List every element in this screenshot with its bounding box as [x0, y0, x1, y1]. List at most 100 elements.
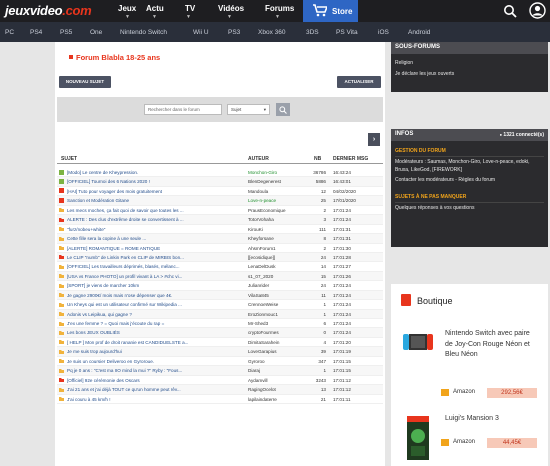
platform-xbox360[interactable]: Xbox 360 [258, 29, 285, 36]
topic-author[interactable]: Gyroroo [248, 359, 310, 364]
table-row[interactable]: J'ai couru à 45 km/h ! lapilaindaterre 21 1… [57, 395, 383, 404]
topic-author[interactable]: VilaSa845 [248, 293, 310, 298]
topic-title[interactable]: Pq je 0 ans : "C'est ma IIO mind la mui … [67, 368, 242, 373]
product-card[interactable]: Nintendo Switch avec paire de Joy-Con Ro… [401, 329, 541, 398]
topic-last-message[interactable]: 17:01:28 [333, 255, 351, 260]
subforum-link-religion[interactable]: Religion [391, 60, 548, 68]
table-row[interactable]: [Modo] Le centre de Kheypression. Monchon… [57, 168, 383, 178]
topic-author[interactable]: BlenDegenerest [248, 179, 310, 184]
topic-title[interactable]: J'ex une femme ? = Quoi mais j'écoute du… [67, 321, 242, 326]
topic-last-message[interactable]: 17:01:24 [333, 330, 351, 335]
table-row[interactable]: [OFFICIEL] Les travailleurs déprimés, bl… [57, 262, 383, 272]
table-row[interactable]: J'ex une femme ? = Quoi mais j'écoute du… [57, 319, 383, 329]
topic-title[interactable]: [OFFICIEL] Les travailleurs déprimés, bl… [67, 264, 242, 269]
topic-last-message[interactable]: 17:01:24 [333, 302, 351, 307]
topic-last-message[interactable]: 17:01:15 [333, 359, 351, 364]
search-button[interactable] [276, 103, 290, 116]
platform-android[interactable]: Android [408, 29, 430, 36]
table-row[interactable]: Sanction et Modération Gitane Love-n-peac… [57, 196, 383, 206]
topic-author[interactable]: Mandoula [248, 189, 310, 194]
topic-title[interactable]: [Modo] Le centre de Kheypression. [67, 170, 242, 175]
topic-title[interactable]: [Officiel] 92e cérémonie des Oscars [67, 378, 242, 383]
topic-last-message[interactable]: 17:01:24 [333, 217, 351, 222]
topic-title[interactable]: [ HELP ] Mon prof de droit rananie est C… [67, 340, 242, 345]
topic-title[interactable]: "furz/nobeu+white" [67, 227, 242, 232]
topic-author[interactable]: Kheyforsane [248, 236, 310, 241]
topic-author[interactable]: s1_07_2020 [248, 274, 310, 279]
topic-last-message[interactable]: 16:43:24 [333, 170, 351, 175]
table-row[interactable]: "furz/nobeu+white" KirouKi 111 17:01:31 [57, 225, 383, 235]
topic-author[interactable]: RagingOcelot [248, 387, 310, 392]
topic-author[interactable]: Diaraj [248, 368, 310, 373]
nav-actu[interactable]: Actu [146, 4, 164, 13]
topic-author[interactable]: Monchon-Giro [248, 170, 310, 175]
topic-author[interactable]: LoveGarapius [248, 349, 310, 354]
topic-author[interactable]: PrausEconomique [248, 208, 310, 213]
topic-last-message[interactable]: 17:01:24 [333, 283, 351, 288]
moderators-list[interactable]: Modérateurs : Saumas, Monchon-Giro, Love… [391, 159, 548, 174]
topic-title[interactable]: Je gagne 2900€/ mois mais n'ose dépenser… [67, 293, 242, 298]
table-row[interactable]: Cette fille sera la copine à une seule .… [57, 234, 383, 244]
table-row[interactable]: Un Kheys qui est un utilisateur confirmé… [57, 300, 383, 310]
topic-last-message[interactable]: 17:01:24 [333, 321, 351, 326]
topic-title[interactable]: Les bons JEUX OUBLIÉS [67, 330, 242, 335]
topic-author[interactable]: Mr-Shed3 [248, 321, 310, 326]
platform-3ds[interactable]: 3DS [306, 29, 319, 36]
topic-title[interactable]: Adonis vs Leipikua, qui gagne ? [67, 312, 242, 317]
topic-title[interactable]: [USA vs France PHOTO] un profil vivant à… [67, 274, 242, 279]
topic-last-message[interactable]: 17:01:12 [333, 387, 351, 392]
platform-one[interactable]: One [90, 29, 102, 36]
topic-author[interactable]: KirouKi [248, 227, 310, 232]
topic-author[interactable]: [[ecosidique]] [248, 255, 310, 260]
product-price[interactable]: 44,45€ [487, 438, 537, 448]
topic-author[interactable]: Aydamvill [248, 378, 310, 383]
topic-title[interactable]: [HAI] Tuto pour voyager des mois gratuit… [67, 189, 242, 194]
topic-author[interactable]: Love-n-peace [248, 198, 310, 203]
topic-title[interactable]: J'ai couru à 45 km/h ! [67, 397, 242, 402]
topic-title[interactable]: ALERTE : Des clus d'extrême droite se co… [67, 217, 242, 222]
topic-title[interactable]: Je suis un coursier Deliveroo en Gyrorou… [67, 359, 242, 364]
topic-last-message[interactable]: 17:01:24 [333, 208, 351, 213]
table-row[interactable]: [OFFICIEL] Tournoi des 6 Nations 2020 ! B… [57, 177, 383, 187]
topic-last-message[interactable]: 17:01:12 [333, 378, 351, 383]
table-row[interactable]: Je gagne 2900€/ mois mais n'ose dépenser… [57, 290, 383, 301]
topic-last-message[interactable]: 17:01:11 [333, 397, 351, 402]
product-name[interactable]: Luigi's Mansion 3 [445, 414, 539, 425]
topic-author[interactable]: Julianrider [248, 283, 310, 288]
table-row[interactable]: Pq je 0 ans : "C'est ma IIO mind la mui … [57, 366, 383, 376]
table-row[interactable]: [ALERTE] ROMANTIQUE = ROME ANTIQUE AhsmFo… [57, 244, 383, 253]
search-icon[interactable] [503, 4, 517, 18]
faq-link[interactable]: Quelques réponses à vos questions [391, 205, 548, 213]
topic-author[interactable]: cryptoFourmes [248, 330, 310, 335]
platform-ps3[interactable]: PS3 [228, 29, 240, 36]
contact-moderators-link[interactable]: Contacter les modérateurs - Règles du fo… [391, 177, 548, 185]
topic-author[interactable]: DimitaSarahein [248, 340, 310, 345]
table-row[interactable]: Le CLIP "numb" de Linkin Park en CLIP de… [57, 252, 383, 263]
table-row[interactable]: Je suis un coursier Deliveroo en Gyrorou… [57, 357, 383, 367]
topic-last-message[interactable]: 04/02/2020 [333, 189, 356, 194]
table-row[interactable]: Je me suis trop aujourd'hui LoveGarapius 3… [57, 347, 383, 357]
account-icon[interactable] [529, 2, 546, 19]
site-logo[interactable]: jeuxvideo.com [5, 3, 92, 18]
table-row[interactable]: Les bons JEUX OUBLIÉS cryptoFourmes 0 17:01… [57, 328, 383, 338]
topic-title[interactable]: Cette fille sera la copine à une seule .… [67, 236, 242, 241]
search-scope-select[interactable]: Sujet ▾ [227, 104, 270, 115]
product-name[interactable]: Nintendo Switch avec paire de Joy-Con Ro… [445, 329, 539, 361]
table-row[interactable]: ALERTE : Des clus d'extrême droite se co… [57, 215, 383, 225]
topic-last-message[interactable]: 17:01:15 [333, 368, 351, 373]
topic-last-message[interactable]: 17:01:26 [333, 274, 351, 279]
topic-title[interactable]: [ALERTE] ROMANTIQUE = ROME ANTIQUE [67, 246, 242, 251]
table-row[interactable]: [ HELP ] Mon prof de droit rananie est C… [57, 338, 383, 348]
platform-pc[interactable]: PC [5, 29, 14, 36]
topic-title[interactable]: [OFFICIEL] Tournoi des 6 Nations 2020 ! [67, 179, 242, 184]
table-row[interactable]: J'ai 21 ans et j'ai déjà TOUT ce qu'un h… [57, 385, 383, 395]
platform-ps5[interactable]: PS5 [60, 29, 72, 36]
refresh-button[interactable]: ACTUALISER [337, 76, 381, 88]
product-price[interactable]: 292,56€ [487, 388, 537, 398]
new-topic-button[interactable]: NOUVEAU SUJET [59, 76, 111, 88]
platform-wiiu[interactable]: Wii U [193, 29, 209, 36]
topic-author[interactable]: CrennoeWeise [248, 302, 310, 307]
topic-last-message[interactable]: 17:01:31 [333, 236, 351, 241]
nav-videos[interactable]: Vidéos [218, 4, 244, 13]
topic-last-message[interactable]: 17:01:27 [333, 264, 351, 269]
